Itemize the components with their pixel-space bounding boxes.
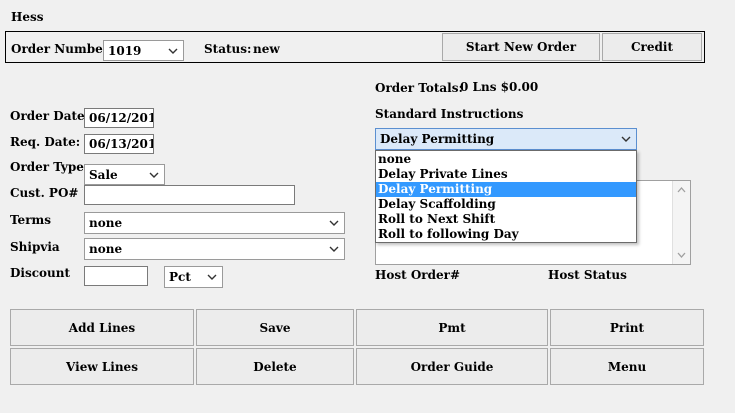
menu-button[interactable]: Menu [550, 348, 704, 385]
order-number-select[interactable]: 1019 [103, 40, 184, 61]
textarea-scrollbar[interactable] [672, 181, 690, 264]
chevron-down-icon [329, 246, 339, 252]
chevron-down-icon [329, 220, 339, 226]
discount-unit-select[interactable]: Pct [164, 266, 223, 288]
scroll-up-icon[interactable] [677, 187, 686, 193]
host-order-label: Host Order# [375, 268, 460, 282]
dropdown-option-delay-permitting[interactable]: Delay Permitting [376, 182, 636, 197]
discount-field[interactable] [84, 266, 148, 286]
dropdown-option-roll-to-following-day[interactable]: Roll to following Day [376, 227, 636, 242]
req-date-field[interactable]: 06/13/2014 [84, 134, 154, 154]
chevron-down-icon [207, 274, 217, 280]
dropdown-option-delay-private-lines[interactable]: Delay Private Lines [376, 167, 636, 182]
order-date-field[interactable]: 06/12/2014 [84, 108, 154, 128]
dropdown-option-roll-to-next-shift[interactable]: Roll to Next Shift [376, 212, 636, 227]
chevron-down-icon [168, 48, 178, 54]
cust-po-label: Cust. PO# [10, 186, 79, 200]
standard-instructions-label: Standard Instructions [375, 107, 524, 121]
dropdown-option-delay-scaffolding[interactable]: Delay Scaffolding [376, 197, 636, 212]
status-value: new [253, 42, 280, 56]
order-type-label: Order Type: [10, 160, 89, 174]
save-button[interactable]: Save [196, 309, 354, 346]
company-name: Hess [11, 10, 44, 24]
order-guide-button[interactable]: Order Guide [356, 348, 548, 385]
cust-po-field[interactable] [84, 185, 295, 205]
credit-button[interactable]: Credit [602, 33, 702, 61]
scroll-down-icon[interactable] [677, 252, 686, 258]
req-date-label: Req. Date: [10, 135, 81, 149]
terms-select[interactable]: none [84, 212, 345, 234]
order-number-label: Order Number: [11, 42, 114, 56]
standard-instructions-select[interactable]: Delay Permitting [375, 128, 637, 150]
order-date-label: Order Date: [10, 109, 90, 123]
standard-instructions-dropdown: none Delay Private Lines Delay Permittin… [375, 150, 637, 243]
pmt-button[interactable]: Pmt [356, 309, 548, 346]
print-button[interactable]: Print [550, 309, 704, 346]
order-bar: Order Number: 1019 Status: new Start New… [5, 31, 705, 63]
terms-label: Terms [10, 213, 51, 227]
chevron-down-icon [149, 172, 159, 178]
view-lines-button[interactable]: View Lines [10, 348, 194, 385]
delete-button[interactable]: Delete [196, 348, 354, 385]
status-label: Status: [204, 42, 252, 56]
host-status-label: Host Status [548, 268, 627, 282]
shipvia-select[interactable]: none [84, 238, 345, 260]
order-type-select[interactable]: Sale [84, 164, 165, 185]
order-totals-label: Order Totals: [375, 81, 463, 95]
order-totals-value: 0 Lns $0.00 [460, 80, 539, 94]
discount-label: Discount [10, 266, 71, 280]
add-lines-button[interactable]: Add Lines [10, 309, 194, 346]
chevron-down-icon [621, 136, 631, 142]
dropdown-option-none[interactable]: none [376, 152, 636, 167]
shipvia-label: Shipvia [10, 240, 60, 254]
start-new-order-button[interactable]: Start New Order [442, 33, 600, 61]
